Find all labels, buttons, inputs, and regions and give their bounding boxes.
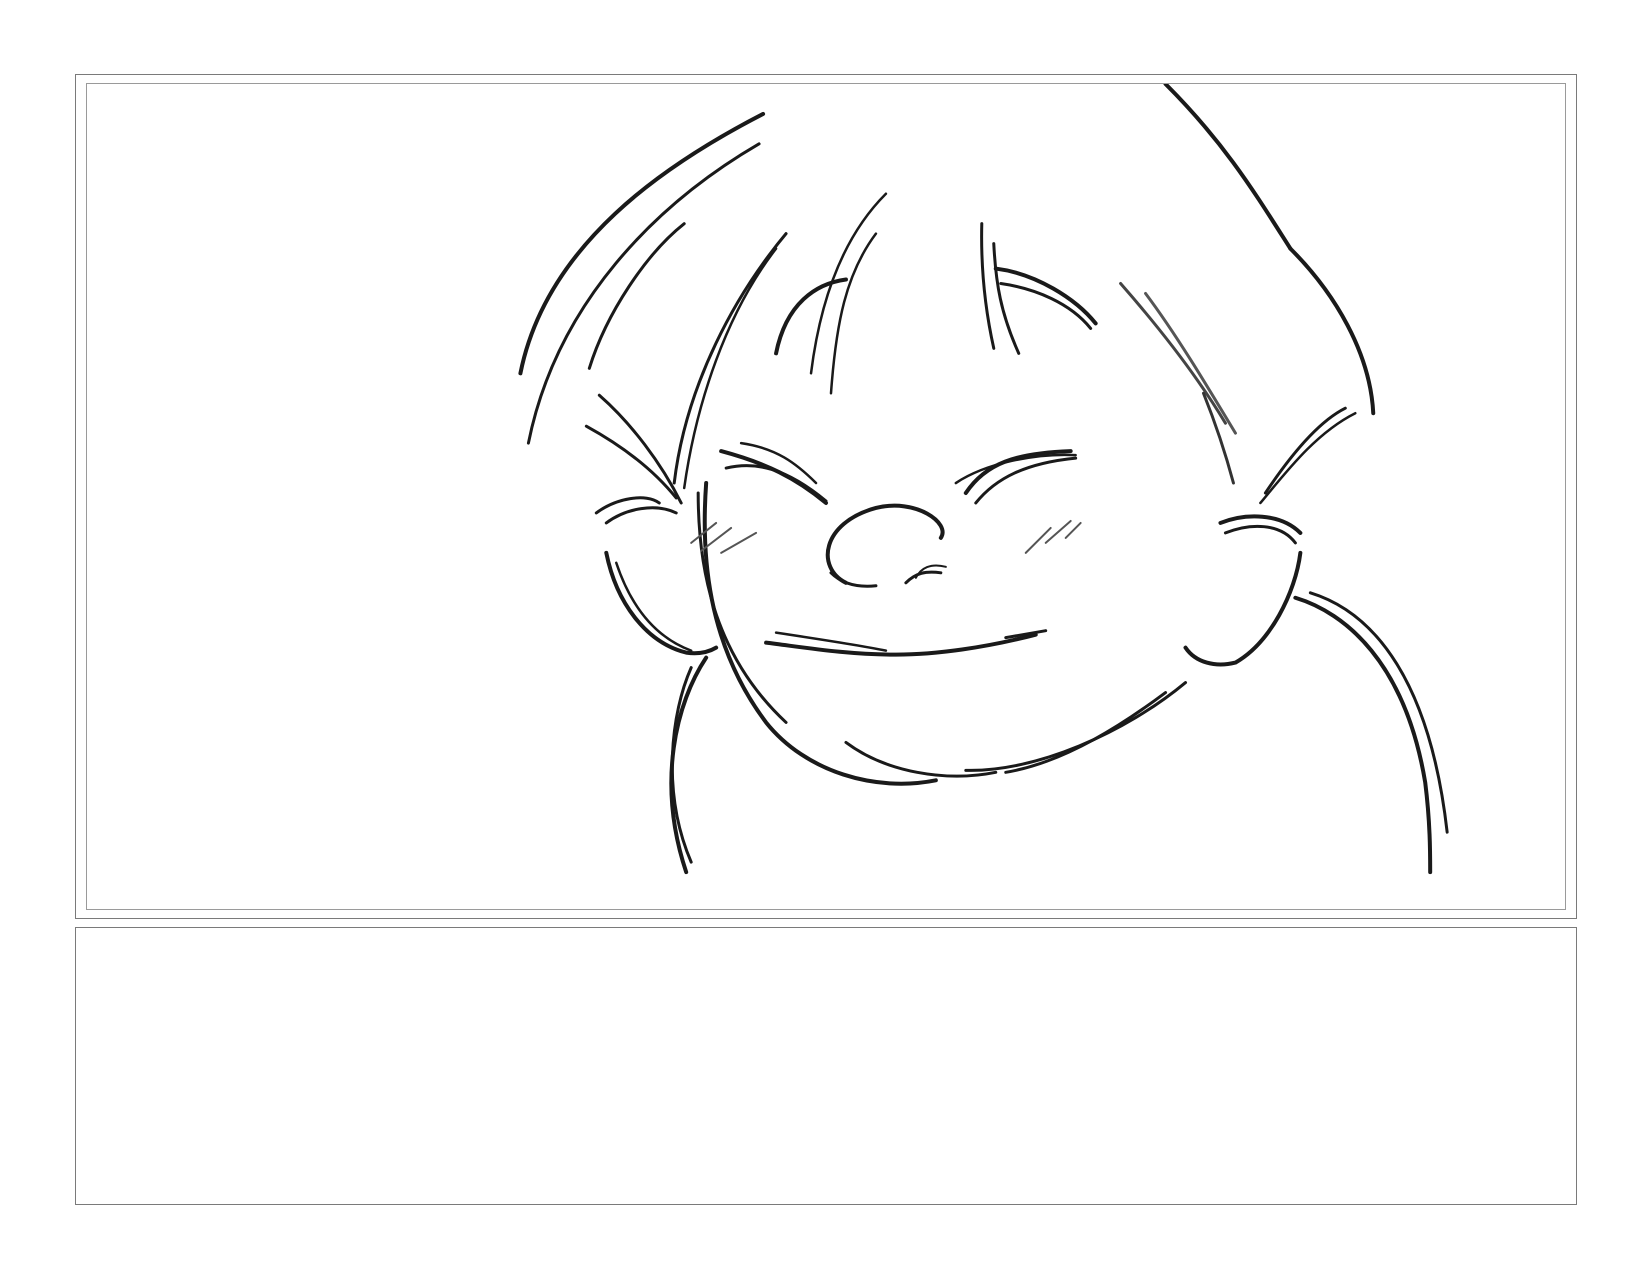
- storyboard-notes-box[interactable]: [75, 927, 1577, 1205]
- child-face-sketch: [518, 84, 1449, 875]
- storyboard-panel: [75, 74, 1577, 919]
- panel-artwork-area: [86, 83, 1566, 910]
